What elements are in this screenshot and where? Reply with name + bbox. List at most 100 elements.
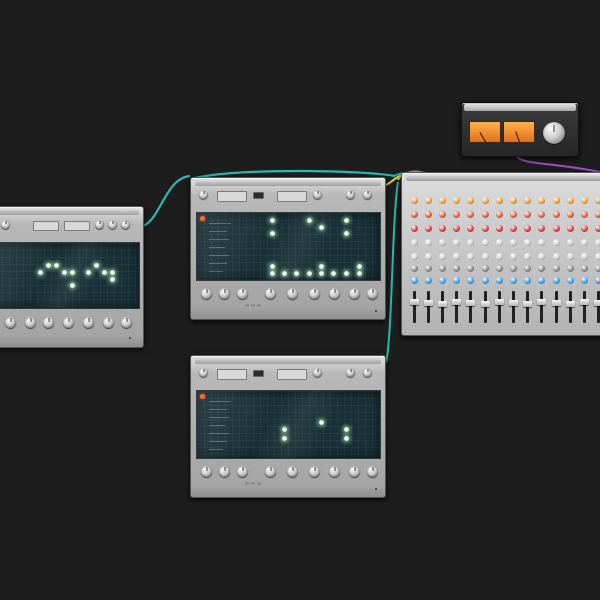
record-dot-icon[interactable] xyxy=(200,394,205,399)
knob-icon[interactable] xyxy=(309,466,320,477)
fader-icon[interactable] xyxy=(466,300,476,306)
knob-icon[interactable] xyxy=(313,190,322,199)
mixer-knob-icon[interactable] xyxy=(438,253,446,260)
fader-icon[interactable] xyxy=(523,301,533,307)
knob-icon[interactable] xyxy=(363,368,372,377)
fader-icon[interactable] xyxy=(452,299,462,305)
mixer-knob-icon[interactable] xyxy=(538,211,546,218)
knob-icon[interactable] xyxy=(103,317,114,328)
mixer-knob-icon[interactable] xyxy=(453,277,461,284)
led-step-icon[interactable] xyxy=(357,264,362,269)
mixer-knob-icon[interactable] xyxy=(509,277,517,284)
knob-icon[interactable] xyxy=(219,288,230,299)
knob-icon[interactable] xyxy=(199,368,208,377)
knob-icon[interactable] xyxy=(25,317,36,328)
knob-icon[interactable] xyxy=(346,368,355,377)
knob-icon[interactable] xyxy=(121,317,132,328)
fader-icon[interactable] xyxy=(551,300,561,306)
mixer-knob-icon[interactable] xyxy=(509,265,517,272)
mixer-knob-icon[interactable] xyxy=(566,253,574,260)
led-step-icon[interactable] xyxy=(70,270,75,275)
fader-icon[interactable] xyxy=(565,301,575,307)
mixer-knob-icon[interactable] xyxy=(481,253,489,260)
led-step-icon[interactable] xyxy=(46,263,51,268)
mixer-knob-icon[interactable] xyxy=(438,265,446,272)
knob-icon[interactable] xyxy=(43,317,54,328)
led-step-icon[interactable] xyxy=(344,436,349,441)
mixer-knob-icon[interactable] xyxy=(524,239,532,246)
knob-icon[interactable] xyxy=(201,466,212,477)
fader-icon[interactable] xyxy=(494,299,504,305)
led-step-icon[interactable] xyxy=(110,277,115,282)
knob-icon[interactable] xyxy=(287,466,298,477)
mixer-knob-icon[interactable] xyxy=(424,239,432,246)
mixer-knob-icon[interactable] xyxy=(438,211,446,218)
step-button[interactable] xyxy=(257,304,261,307)
mixer-knob-icon[interactable] xyxy=(467,277,475,284)
step-grid[interactable] xyxy=(196,212,381,281)
led-step-icon[interactable] xyxy=(270,218,275,223)
mixer-knob-icon[interactable] xyxy=(424,277,432,284)
mixer-knob-icon[interactable] xyxy=(580,265,588,272)
mixer-knob-icon[interactable] xyxy=(595,211,600,218)
led-step-icon[interactable] xyxy=(282,271,287,276)
mixer-knob-icon[interactable] xyxy=(566,239,574,246)
knob-icon[interactable] xyxy=(313,368,322,377)
mixer-knob-icon[interactable] xyxy=(495,253,503,260)
knob-icon[interactable] xyxy=(83,317,94,328)
mixer-knob-icon[interactable] xyxy=(580,197,588,204)
fader-icon[interactable] xyxy=(537,299,547,305)
knob-icon[interactable] xyxy=(219,466,230,477)
knob-icon[interactable] xyxy=(265,288,276,299)
mixer-knob-icon[interactable] xyxy=(410,277,418,284)
mixer-knob-icon[interactable] xyxy=(595,239,600,246)
mixer-knob-icon[interactable] xyxy=(566,225,574,232)
mixer-knob-icon[interactable] xyxy=(438,277,446,284)
mixer-knob-icon[interactable] xyxy=(410,211,418,218)
mixer-knob-icon[interactable] xyxy=(438,239,446,246)
knob-icon[interactable] xyxy=(543,122,565,144)
mixer-knob-icon[interactable] xyxy=(453,211,461,218)
mixer-knob-icon[interactable] xyxy=(453,225,461,232)
mixer-knob-icon[interactable] xyxy=(481,277,489,284)
mixer-knob-icon[interactable] xyxy=(538,239,546,246)
knob-icon[interactable] xyxy=(349,288,360,299)
mixer-knob-icon[interactable] xyxy=(524,265,532,272)
mixer-knob-icon[interactable] xyxy=(509,211,517,218)
knob-icon[interactable] xyxy=(121,220,130,229)
knob-icon[interactable] xyxy=(1,220,10,229)
step-grid[interactable] xyxy=(196,390,381,459)
mixer-knob-icon[interactable] xyxy=(453,253,461,260)
led-step-icon[interactable] xyxy=(94,263,99,268)
led-step-icon[interactable] xyxy=(282,427,287,432)
mixer-knob-icon[interactable] xyxy=(509,197,517,204)
led-step-icon[interactable] xyxy=(319,271,324,276)
knob-icon[interactable] xyxy=(265,466,276,477)
knob-icon[interactable] xyxy=(108,220,117,229)
knob-icon[interactable] xyxy=(367,288,378,299)
led-step-icon[interactable] xyxy=(307,218,312,223)
mixer-knob-icon[interactable] xyxy=(495,277,503,284)
mixer-knob-icon[interactable] xyxy=(552,239,560,246)
knob-icon[interactable] xyxy=(5,317,16,328)
mixer-knob-icon[interactable] xyxy=(438,197,446,204)
mixer-knob-icon[interactable] xyxy=(467,211,475,218)
step-button[interactable] xyxy=(245,482,249,485)
led-step-icon[interactable] xyxy=(344,231,349,236)
mixer-knob-icon[interactable] xyxy=(595,197,600,204)
knob-icon[interactable] xyxy=(237,288,248,299)
knob-icon[interactable] xyxy=(363,190,372,199)
mixer-knob-icon[interactable] xyxy=(424,253,432,260)
step-button[interactable] xyxy=(245,304,249,307)
led-step-icon[interactable] xyxy=(344,427,349,432)
knob-icon[interactable] xyxy=(367,466,378,477)
mixer-knob-icon[interactable] xyxy=(467,265,475,272)
mixer-knob-icon[interactable] xyxy=(453,239,461,246)
knob-icon[interactable] xyxy=(349,466,360,477)
mixer-knob-icon[interactable] xyxy=(424,265,432,272)
mixer-knob-icon[interactable] xyxy=(595,253,600,260)
mixer-knob-icon[interactable] xyxy=(566,211,574,218)
led-step-icon[interactable] xyxy=(270,231,275,236)
mixer-knob-icon[interactable] xyxy=(566,197,574,204)
mixer-knob-icon[interactable] xyxy=(595,225,600,232)
